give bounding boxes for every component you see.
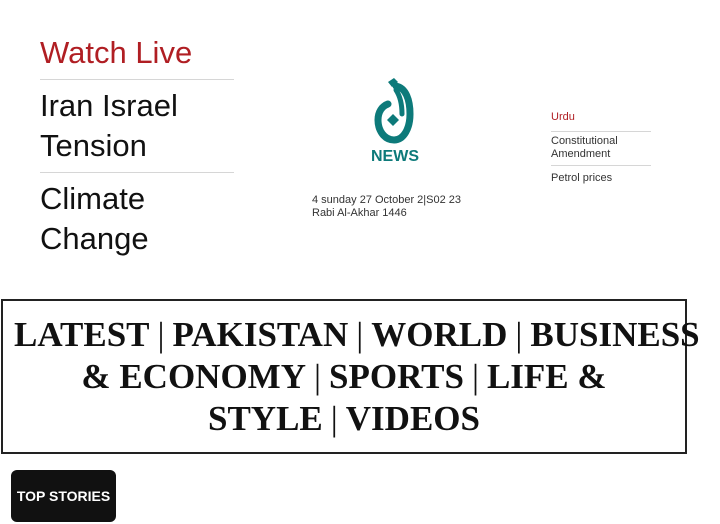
watch-live-link[interactable]: Watch Live <box>40 30 234 80</box>
logo-news-text: NEWS <box>371 148 419 165</box>
quick-links: Watch Live Iran Israel Tension Climate C… <box>40 30 234 265</box>
nav-separator: | <box>313 356 321 396</box>
urdu-link[interactable]: Urdu <box>551 108 651 132</box>
nav-world[interactable]: WORLD <box>371 315 507 354</box>
nav-separator: | <box>471 356 479 396</box>
petrol-prices-link[interactable]: Petrol prices <box>551 166 651 189</box>
constitutional-amendment-link[interactable]: Constitutional Amendment <box>551 132 651 166</box>
hijri-date: Rabi Al-Akhar 1446 <box>312 207 407 219</box>
climate-change-link[interactable]: Climate Change <box>40 173 234 265</box>
nav-pakistan[interactable]: PAKISTAN <box>173 315 349 354</box>
secondary-links: Urdu Constitutional Amendment Petrol pri… <box>551 108 651 189</box>
nav-latest[interactable]: LATEST <box>14 315 150 354</box>
nav-separator: | <box>356 314 364 354</box>
iran-israel-tension-link[interactable]: Iran Israel Tension <box>40 80 234 173</box>
nav-separator: | <box>515 314 523 354</box>
gregorian-date: 4 sunday 27 October 2|S02 23 <box>312 194 462 206</box>
nav-sports[interactable]: SPORTS <box>329 357 464 396</box>
main-navigation: LATEST | PAKISTAN | WORLD | BUSINESS & ECONOMY… <box>1 299 700 454</box>
nav-separator: | <box>157 314 165 354</box>
nav-separator: | <box>330 398 338 438</box>
date-info: 4 sunday 27 October 2|S02 23 Rabi Al-Akh… <box>312 194 461 220</box>
nav-videos[interactable]: VIDEOS <box>346 399 480 438</box>
top-stories-button[interactable]: TOP STORIES <box>11 470 116 522</box>
